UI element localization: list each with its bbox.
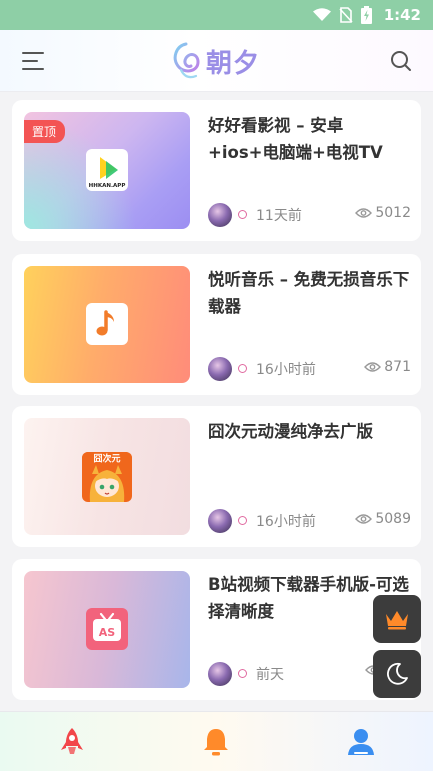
menu-icon (22, 52, 44, 54)
post-time: 16小时前 (256, 362, 316, 378)
post-title[interactable]: 囧次元动漫纯净去广版 (208, 418, 411, 445)
status-icons: 1:42 (312, 0, 421, 30)
status-dot-icon (238, 364, 247, 373)
menu-button[interactable] (22, 49, 48, 73)
tab-home[interactable] (56, 726, 88, 758)
post-meta: 16小时前 5089 (208, 509, 411, 533)
author-avatar[interactable] (208, 662, 232, 686)
post-thumbnail: HHKAN.APP 置顶 (24, 112, 190, 229)
post-card[interactable]: AS B站视频下载器手机版-可选择清晰度 前天 (12, 559, 421, 700)
author-avatar[interactable] (208, 509, 232, 533)
app-header: 朝夕 (0, 30, 433, 92)
app-icon-caption: 囧次元 (93, 453, 120, 465)
post-thumbnail: AS (24, 571, 190, 688)
crown-icon (386, 611, 408, 630)
bottom-tab-bar (0, 711, 433, 771)
app-icon-caption: AS (99, 626, 116, 639)
post-time: 16小时前 (256, 514, 316, 530)
wifi-icon (312, 8, 331, 21)
moon-icon (387, 662, 408, 685)
music-note-icon (96, 310, 114, 336)
post-time: 11天前 (256, 208, 302, 224)
view-count-value: 5089 (375, 511, 411, 527)
post-card[interactable]: HHKAN.APP 置顶 好好看影视 – 安卓+ios+电脑端+电视TV四...… (12, 100, 421, 241)
view-count: 5089 (355, 511, 411, 527)
logo-swirl-icon (173, 42, 200, 79)
post-thumbnail: 囧次元 (24, 418, 190, 535)
dark-mode-button[interactable] (373, 650, 421, 698)
haohaokan-app-icon: HHKAN.APP (86, 149, 128, 191)
status-dot-icon (238, 516, 247, 525)
view-count-value: 5012 (375, 205, 411, 221)
vip-button[interactable] (373, 595, 421, 643)
user-icon (348, 729, 374, 755)
post-card[interactable]: 囧次元 囧次元动漫纯净去广版 16小时前 5089 (12, 406, 421, 547)
tab-profile[interactable] (345, 726, 377, 758)
post-title[interactable]: 好好看影视 – 安卓+ios+电脑端+电视TV四... (208, 112, 411, 166)
post-title[interactable]: 悦听音乐 – 免费无损音乐下载器 (208, 266, 411, 320)
view-count: 5012 (355, 205, 411, 221)
author-avatar[interactable] (208, 203, 232, 227)
post-meta: 11天前 5012 (208, 203, 411, 227)
bili-download-app-icon: AS (86, 608, 128, 650)
eye-icon (355, 208, 373, 218)
search-button[interactable] (389, 49, 413, 73)
music-note-app-icon (86, 303, 128, 345)
status-dot-icon (238, 669, 247, 678)
no-sim-icon (339, 7, 353, 23)
tab-notifications[interactable] (200, 726, 232, 758)
menu-icon-line (22, 68, 44, 70)
post-thumbnail (24, 266, 190, 383)
status-bar: 1:42 (0, 0, 433, 30)
rocket-icon (61, 728, 83, 754)
post-meta: 16小时前 871 (208, 357, 411, 381)
app-logo-text: 朝夕 (206, 48, 261, 79)
search-icon (391, 51, 411, 71)
jiongciyuan-app-icon: 囧次元 (82, 452, 132, 502)
anime-girl-icon: 囧次元 (82, 452, 132, 502)
status-time: 1:42 (383, 6, 421, 24)
app-logo: 朝夕 (172, 38, 260, 84)
status-dot-icon (238, 210, 247, 219)
play-logo-icon: HHKAN.APP (89, 157, 126, 189)
eye-icon (364, 362, 382, 372)
author-avatar[interactable] (208, 357, 232, 381)
battery-charging-icon (360, 6, 372, 24)
pinned-badge: 置顶 (24, 120, 66, 143)
view-count: 871 (364, 359, 411, 375)
post-card[interactable]: 悦听音乐 – 免费无损音乐下载器 16小时前 871 (12, 254, 421, 395)
post-time: 前天 (256, 667, 284, 683)
bell-icon (204, 729, 228, 756)
view-count-value: 871 (384, 359, 411, 375)
menu-icon-line (22, 60, 38, 62)
eye-icon (355, 514, 373, 524)
app-icon-caption: HHKAN.APP (89, 183, 126, 189)
tv-download-icon: AS (93, 612, 121, 641)
